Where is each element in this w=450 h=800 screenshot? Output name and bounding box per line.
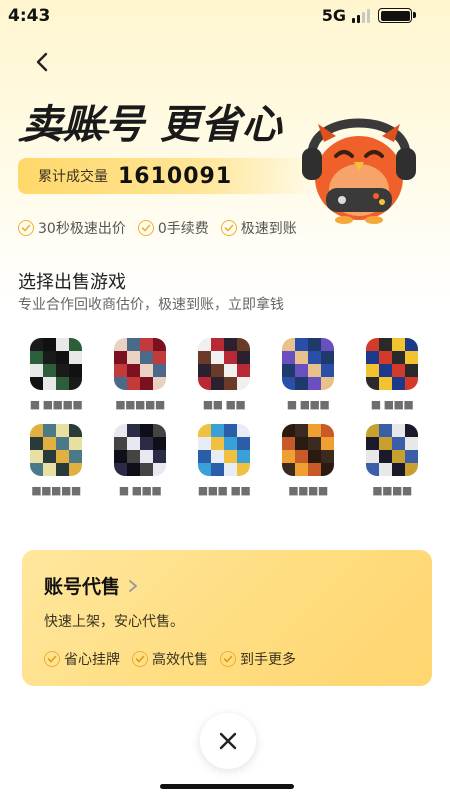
- game-item[interactable]: ■ ■■■: [266, 338, 350, 412]
- game-name: ■ ■■■: [370, 398, 414, 411]
- game-name: ■■ ■■: [202, 398, 246, 411]
- consign-feature-item: 到手更多: [220, 649, 296, 669]
- game-name: ■■■■■: [31, 484, 81, 497]
- trade-volume-badge: 累计成交量 1610091: [18, 158, 318, 194]
- game-icon: [30, 424, 82, 476]
- game-icon: [198, 338, 250, 390]
- status-bar: 4:43 5G: [0, 0, 450, 30]
- section-title: 选择出售游戏: [18, 272, 126, 293]
- consign-title: 账号代售: [44, 576, 121, 598]
- title-swoosh-decoration: [18, 129, 110, 142]
- feature-label: 30秒极速出价: [38, 221, 126, 237]
- trade-volume-label: 累计成交量: [38, 169, 108, 185]
- game-icon: [282, 338, 334, 390]
- consign-feature-label: 高效代售: [152, 652, 208, 668]
- game-icon: [282, 424, 334, 476]
- trade-volume-value: 1610091: [118, 163, 233, 189]
- close-button[interactable]: [200, 713, 256, 769]
- game-item[interactable]: ■■■■■: [98, 338, 182, 412]
- battery-cap: [413, 12, 416, 18]
- close-icon: [219, 732, 237, 750]
- game-icon: [366, 424, 418, 476]
- owl-mascot-icon: [302, 118, 416, 224]
- game-item[interactable]: ■■■ ■■: [182, 424, 266, 498]
- game-item[interactable]: ■ ■■■■: [14, 338, 98, 412]
- game-item[interactable]: ■■■■■: [14, 424, 98, 498]
- game-grid: ■ ■■■■ ■■■■■ ■■ ■■ ■ ■■■ ■ ■■■ ■■■■■ ■ ■■■ ■■■ …: [14, 338, 434, 498]
- game-icon: [366, 338, 418, 390]
- check-icon: [132, 651, 148, 667]
- game-item[interactable]: ■■ ■■: [182, 338, 266, 412]
- chevron-left-icon: [36, 52, 48, 72]
- account-consign-card[interactable]: 账号代售 快速上架，安心代售。 省心挂牌 高效代售 到手更多: [22, 550, 432, 686]
- game-icon: [114, 338, 166, 390]
- game-name: ■ ■■■: [118, 484, 162, 497]
- consign-title-row: 账号代售: [44, 572, 410, 599]
- feature-label: 0手续费: [157, 221, 209, 237]
- game-name: ■■■■: [288, 484, 328, 497]
- status-time: 4:43: [8, 6, 51, 26]
- signal-icon: [352, 8, 370, 23]
- consign-feature-list: 省心挂牌 高效代售 到手更多: [44, 649, 410, 669]
- check-icon: [137, 220, 154, 236]
- section-subtitle: 专业合作回收商估价，极速到账，立即拿钱: [18, 297, 284, 313]
- feature-list: 30秒极速出价 0手续费 极速到账: [18, 218, 297, 238]
- consign-feature-item: 省心挂牌: [44, 649, 120, 669]
- game-name: ■■■ ■■: [197, 484, 251, 497]
- consign-feature-label: 省心挂牌: [64, 652, 120, 668]
- consign-feature-item: 高效代售: [132, 649, 208, 669]
- game-item[interactable]: ■ ■■■: [350, 338, 434, 412]
- feature-item: 30秒极速出价: [18, 218, 126, 238]
- game-name: ■■■■: [372, 484, 412, 497]
- feature-item: 0手续费: [137, 218, 209, 238]
- feature-label: 极速到账: [240, 221, 297, 237]
- feature-item: 极速到账: [220, 218, 297, 238]
- battery-icon: [378, 8, 412, 23]
- status-indicators: 5G: [322, 6, 370, 25]
- home-indicator: [160, 784, 294, 789]
- check-icon: [18, 220, 34, 236]
- check-icon: [220, 220, 237, 236]
- game-item[interactable]: ■■■■: [266, 424, 350, 498]
- game-name: ■ ■■■■: [29, 398, 83, 411]
- game-icon: [198, 424, 250, 476]
- game-name: ■ ■■■: [286, 398, 330, 411]
- game-name: ■■■■■: [115, 398, 165, 411]
- check-icon: [220, 651, 236, 667]
- consign-feature-label: 到手更多: [240, 652, 296, 668]
- network-type: 5G: [321, 6, 346, 25]
- chevron-right-icon: [129, 579, 137, 592]
- back-button[interactable]: [28, 48, 56, 76]
- game-item[interactable]: ■ ■■■: [98, 424, 182, 498]
- check-icon: [44, 651, 60, 667]
- game-icon: [30, 338, 82, 390]
- game-item[interactable]: ■■■■: [350, 424, 434, 498]
- consign-subtitle: 快速上架，安心代售。: [44, 614, 184, 630]
- game-icon: [114, 424, 166, 476]
